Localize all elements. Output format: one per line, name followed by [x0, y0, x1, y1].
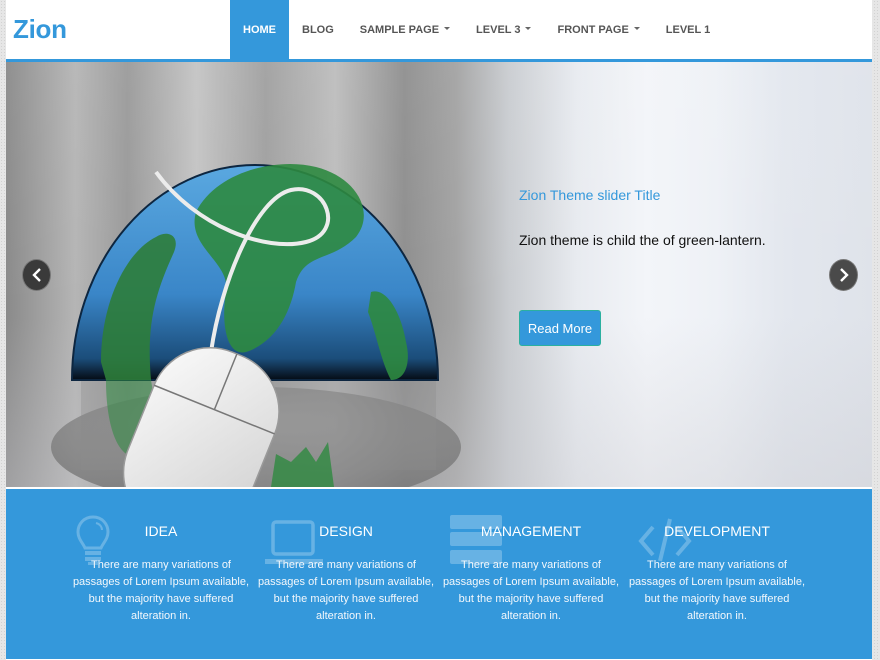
feature-idea: IDEA There are many variations of passag…	[66, 489, 256, 659]
chevron-left-icon	[31, 268, 41, 282]
nav-label: HOME	[243, 23, 276, 36]
feature-development: DEVELOPMENT There are many variations of…	[622, 489, 812, 659]
features-section: IDEA There are many variations of passag…	[6, 489, 872, 659]
nav-item-blog[interactable]: BLOG	[289, 0, 347, 59]
feature-text: There are many variations of passages of…	[628, 559, 806, 622]
feature-design: DESIGN There are many variations of pass…	[251, 489, 441, 659]
nav-label: SAMPLE PAGE	[359, 23, 440, 36]
nav-label: FRONT PAGE	[557, 23, 629, 36]
nav-label: LEVEL 1	[665, 23, 711, 36]
chevron-right-icon	[839, 268, 849, 282]
feature-text: There are many variations of passages of…	[442, 559, 620, 622]
feature-text: There are many variations of passages of…	[257, 559, 435, 622]
slide-title: Zion Theme slider Title	[519, 187, 661, 203]
page: Zion HOME BLOG SAMPLE PAGE LEVEL 3 FRONT…	[6, 0, 872, 660]
hero-slider: Zion Theme slider Title Zion theme is ch…	[6, 62, 872, 487]
slider-next-button[interactable]	[829, 259, 858, 291]
feature-title: DESIGN	[319, 523, 373, 539]
main-nav: HOME BLOG SAMPLE PAGE LEVEL 3 FRONT PAGE…	[230, 0, 723, 59]
feature-title: DEVELOPMENT	[664, 523, 770, 539]
caret-down-icon	[525, 27, 532, 30]
slide-text: Zion theme is child the of green-lantern…	[519, 232, 766, 248]
caret-down-icon	[633, 27, 640, 30]
nav-item-home[interactable]: HOME	[230, 0, 289, 59]
nav-label: BLOG	[302, 23, 334, 36]
site-header: Zion HOME BLOG SAMPLE PAGE LEVEL 3 FRONT…	[6, 0, 872, 59]
caret-down-icon	[444, 27, 451, 30]
slider-prev-button[interactable]	[22, 259, 51, 291]
feature-title: IDEA	[144, 523, 178, 539]
site-logo[interactable]: Zion	[13, 14, 67, 45]
feature-management: MANAGEMENT There are many variations of …	[436, 489, 626, 659]
read-more-button[interactable]: Read More	[519, 310, 601, 346]
globe-mouse-image	[51, 164, 461, 487]
nav-item-front-page[interactable]: FRONT PAGE	[544, 0, 652, 59]
nav-label: LEVEL 3	[476, 23, 521, 36]
nav-item-level-3[interactable]: LEVEL 3	[463, 0, 544, 59]
feature-text: There are many variations of passages of…	[72, 559, 250, 622]
feature-title: MANAGEMENT	[480, 523, 582, 539]
nav-item-level-1[interactable]: LEVEL 1	[653, 0, 723, 59]
slide-caption: Zion Theme slider Title Zion theme is ch…	[519, 187, 819, 248]
nav-item-sample-page[interactable]: SAMPLE PAGE	[347, 0, 463, 59]
